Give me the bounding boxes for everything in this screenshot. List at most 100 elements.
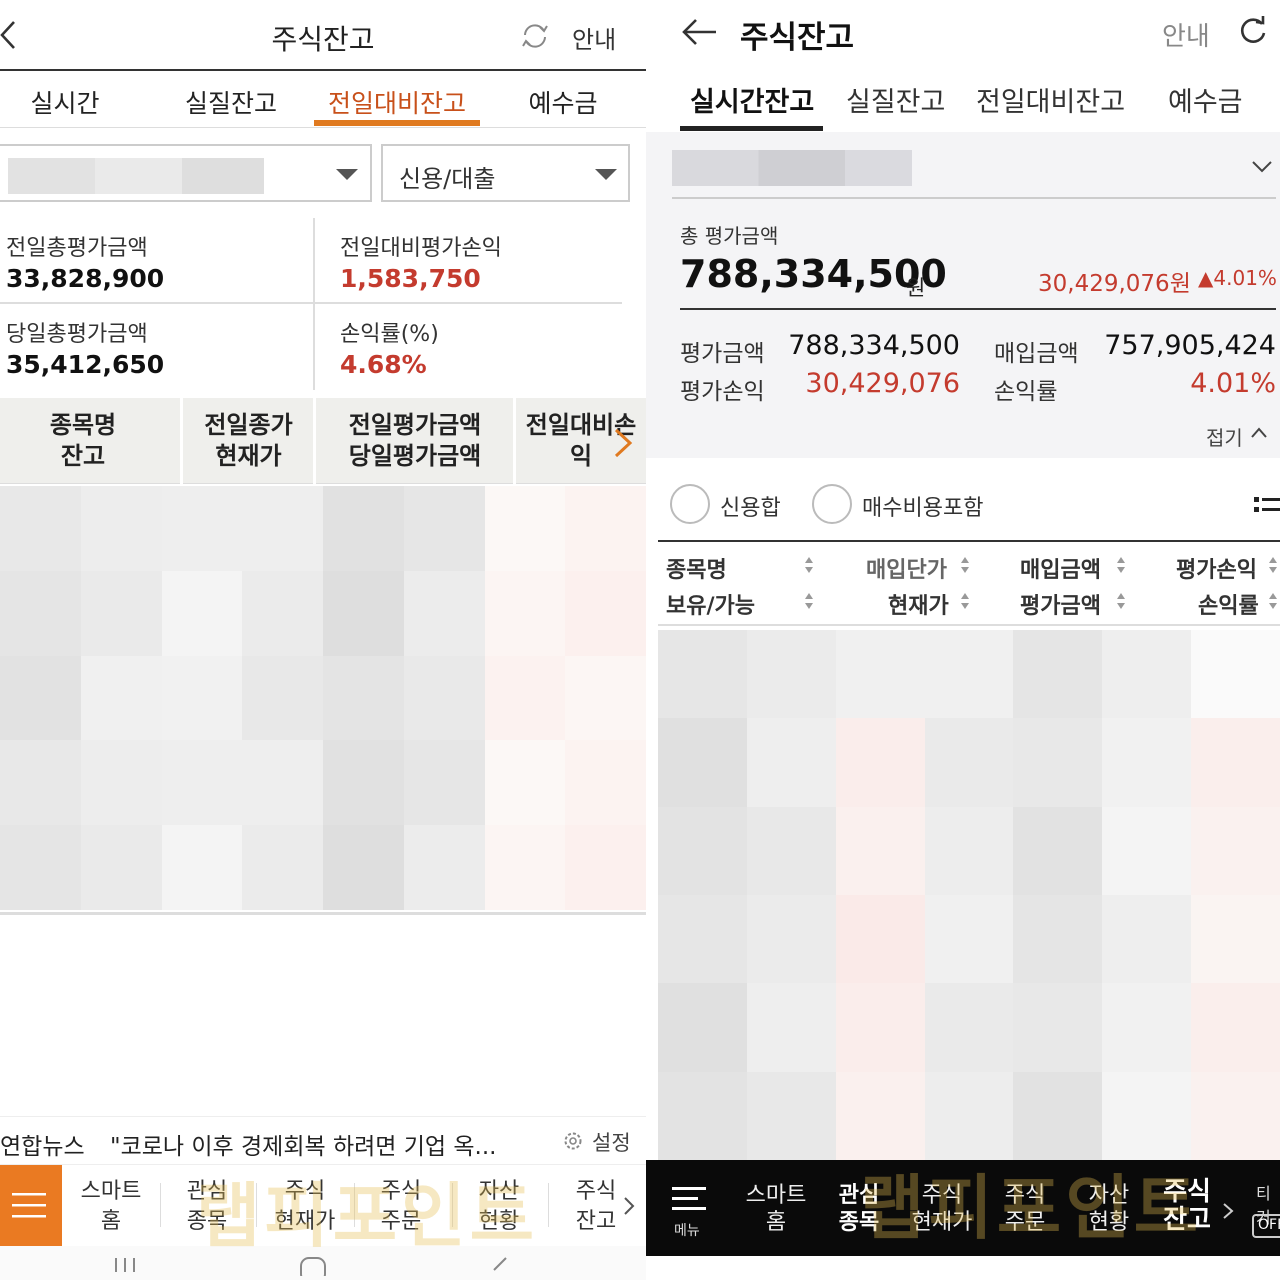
nav-current-price[interactable]: 주식 현재가 <box>902 1182 982 1236</box>
credit-loan-select[interactable]: 신용/대출 <box>381 144 630 202</box>
sort-icon[interactable] <box>1268 592 1278 610</box>
tab-realtime-balance[interactable]: 실시간잔고 <box>690 80 814 119</box>
sort-icon[interactable] <box>1268 556 1278 574</box>
nav-order[interactable]: 주식 주문 <box>356 1177 446 1237</box>
nav-smart-home[interactable]: 스마트 홈 <box>734 1182 818 1236</box>
tab-deposit[interactable]: 예수금 <box>500 84 626 120</box>
col-header-buy-amount[interactable]: 매입금액 <box>1020 552 1101 584</box>
fold-button[interactable]: 접기 <box>1206 422 1243 451</box>
dropdown-triangle-icon <box>336 169 358 180</box>
redacted-cell <box>242 570 323 656</box>
credit-sum-radio[interactable] <box>670 484 710 524</box>
nav-label: 현재가 <box>274 1209 336 1234</box>
list-view-icon[interactable] <box>1254 496 1280 514</box>
tab-actual-balance[interactable]: 실질잔고 <box>164 84 298 120</box>
hamburger-icon[interactable] <box>672 1186 706 1212</box>
redacted-cell <box>0 740 81 826</box>
menu-label[interactable]: 메뉴 <box>674 1220 700 1240</box>
col-header-eval-amount[interactable]: 평가금액 <box>1020 588 1101 620</box>
nav-assets[interactable]: 자산 현황 <box>454 1177 544 1237</box>
sort-icon[interactable] <box>804 556 814 574</box>
col-header-hold[interactable]: 보유/가능 <box>666 588 755 620</box>
include-fee-radio[interactable] <box>812 484 852 524</box>
refresh-icon[interactable] <box>520 22 550 50</box>
redacted-cell <box>924 718 1014 807</box>
total-eval-unit: 원 <box>906 276 926 300</box>
scroll-right-arrow-icon[interactable] <box>610 426 636 460</box>
chevron-up-icon[interactable] <box>1250 426 1268 440</box>
guide-button[interactable]: 안내 <box>1162 16 1210 53</box>
hamburger-icon <box>12 1193 46 1218</box>
redacted-cell <box>658 1071 747 1160</box>
redacted-cell <box>1013 983 1103 1072</box>
recent-apps-icon[interactable] <box>112 1254 138 1272</box>
sort-icon[interactable] <box>804 592 814 610</box>
news-settings-button[interactable]: 설정 <box>592 1127 631 1157</box>
chevron-right-icon[interactable] <box>1222 1202 1234 1220</box>
redacted-cell <box>242 740 323 826</box>
tab-deposit[interactable]: 예수금 <box>1168 80 1243 119</box>
nav-smart-home[interactable]: 스마트 홈 <box>66 1177 156 1237</box>
tab-actual-balance[interactable]: 실질잔고 <box>846 80 945 119</box>
chevron-down-icon[interactable] <box>1250 156 1274 176</box>
right-tab-bar: 실시간잔고 실질잔고 전일대비잔고 예수금 <box>646 70 1280 132</box>
redacted-cell <box>323 655 404 741</box>
col-header-pl-rate[interactable]: 손익률 <box>1198 588 1259 620</box>
system-back-icon[interactable] <box>486 1254 510 1274</box>
nav-watchlist[interactable]: 관심 종목 <box>826 1182 892 1236</box>
redacted-cell <box>565 486 646 571</box>
right-screen: 주식잔고 안내 실시간잔고 실질잔고 전일대비잔고 예수금 총 평가금액 788… <box>646 0 1280 1280</box>
guide-button[interactable]: 안내 <box>572 20 616 55</box>
nav-assets[interactable]: 자산 현황 <box>1076 1182 1142 1236</box>
prev-diff-pl-label: 전일대비평가손익 <box>340 236 502 261</box>
redacted-cell <box>0 486 81 571</box>
home-icon[interactable] <box>298 1254 328 1276</box>
redacted-cell <box>658 895 747 984</box>
redacted-cell <box>924 630 1014 719</box>
nav-label: 자산 <box>478 1179 520 1204</box>
today-total-eval-label: 당일총평가금액 <box>6 322 148 347</box>
chevron-right-icon[interactable] <box>622 1195 636 1217</box>
col-header-buy-price[interactable]: 매입단가 <box>866 552 947 584</box>
nav-stock-balance[interactable]: 주식 잔고 <box>1154 1178 1220 1234</box>
sort-icon[interactable] <box>1116 556 1126 574</box>
col-header-eval-pl[interactable]: 평가손익 <box>1176 552 1257 584</box>
left-bottom-nav: 스마트 홈 관심 종목 주식 현재가 주식 주문 자산 현황 주식 잔고 <box>0 1164 646 1247</box>
col-header-name[interactable]: 종목명 <box>666 552 727 584</box>
account-select-redacted[interactable] <box>672 150 912 186</box>
gear-icon[interactable] <box>562 1130 584 1152</box>
col-header-price[interactable]: 전일종가 현재가 <box>183 410 314 472</box>
col-header-name[interactable]: 종목명 잔고 <box>0 410 166 472</box>
nav-watchlist[interactable]: 관심 종목 <box>162 1177 252 1237</box>
col-header-eval-amount[interactable]: 전일평가금액 당일평가금액 <box>316 410 514 472</box>
back-arrow-icon[interactable] <box>680 16 720 48</box>
today-total-eval-value: 35,412,650 <box>6 350 165 379</box>
buy-amount-value: 757,905,424 <box>1104 330 1276 361</box>
divider <box>548 1183 549 1227</box>
ticker-toggle[interactable]: OFF <box>1252 1214 1280 1238</box>
redacted-cell <box>0 825 81 910</box>
redacted-cell <box>80 486 162 571</box>
left-table-header: 종목명 잔고 전일종가 현재가 전일평가금액 당일평가금액 전일대비손 익 <box>0 398 646 484</box>
redacted-cell <box>403 825 485 910</box>
col-header-current-price[interactable]: 현재가 <box>888 588 949 620</box>
dropdown-triangle-icon <box>595 169 617 180</box>
news-ticker[interactable]: 연합뉴스 "코로나 이후 경제회복 하려면 기업 옥... 설정 <box>0 1116 646 1164</box>
sort-icon[interactable] <box>960 592 970 610</box>
divider <box>672 197 1276 199</box>
menu-button[interactable] <box>0 1165 62 1247</box>
news-headline[interactable]: "코로나 이후 경제회복 하려면 기업 옥... <box>110 1127 530 1161</box>
sort-icon[interactable] <box>960 556 970 574</box>
tab-realtime[interactable]: 실시간 <box>0 84 130 120</box>
refresh-icon[interactable] <box>1238 16 1268 46</box>
tab-prev-day-balance[interactable]: 전일대비잔고 <box>976 80 1125 119</box>
tab-prev-day-balance[interactable]: 전일대비잔고 <box>314 84 480 120</box>
account-select[interactable] <box>0 144 372 202</box>
nav-order[interactable]: 주식 주문 <box>994 1182 1056 1236</box>
nav-label: 홈 <box>100 1209 122 1234</box>
nav-label: 자산 <box>1088 1183 1130 1208</box>
redacted-cell <box>242 486 323 571</box>
redacted-cell <box>1191 630 1280 719</box>
sort-icon[interactable] <box>1116 592 1126 610</box>
nav-current-price[interactable]: 주식 현재가 <box>258 1177 352 1237</box>
